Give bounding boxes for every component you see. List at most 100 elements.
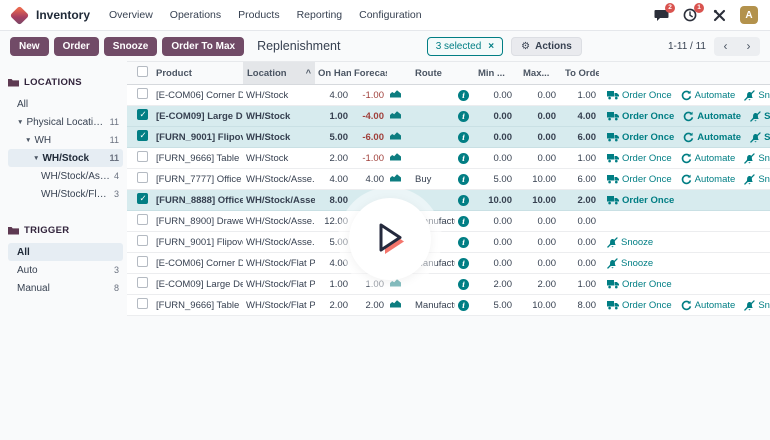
- col-to-order[interactable]: To Order: [559, 68, 599, 79]
- snooze-button[interactable]: Snooze: [104, 37, 158, 56]
- actions-button[interactable]: ⚙ Actions: [511, 37, 582, 56]
- sidebar-item-location-physical-locations[interactable]: ▼Physical Locations11: [8, 113, 123, 131]
- sidebar-item-location-wh-stock[interactable]: ▼WH/Stock11: [8, 149, 123, 167]
- menu-products[interactable]: Products: [238, 9, 279, 21]
- sidebar-item-location-wh[interactable]: ▼WH11: [8, 131, 123, 149]
- order-once-button[interactable]: Order Once: [607, 279, 672, 290]
- row-checkbox[interactable]: [137, 130, 148, 141]
- info-icon[interactable]: i: [458, 111, 469, 122]
- video-play-overlay[interactable]: [338, 187, 442, 291]
- automate-button[interactable]: Automate: [683, 111, 741, 122]
- table-row[interactable]: [FURN_9001] Flipover WH/Stock 5.00 -6.00…: [127, 127, 770, 148]
- info-icon[interactable]: i: [458, 195, 469, 206]
- product-cell[interactable]: [E-COM09] Large Desk: [153, 279, 243, 290]
- product-cell[interactable]: [FURN_9001] Flipover: [153, 237, 243, 248]
- user-avatar[interactable]: A: [740, 6, 758, 24]
- product-cell[interactable]: [FURN_9666] Table: [153, 153, 243, 164]
- info-icon[interactable]: i: [458, 153, 469, 164]
- automate-button[interactable]: Automate: [681, 174, 736, 185]
- order-once-button[interactable]: Order Once: [607, 153, 672, 164]
- row-checkbox[interactable]: [137, 172, 148, 183]
- pager-next-button[interactable]: ›: [737, 37, 760, 56]
- order-to-max-button[interactable]: Order To Max: [162, 37, 244, 56]
- product-cell[interactable]: [E-COM06] Corner Desk ...: [153, 90, 243, 101]
- tree-expand-icon[interactable]: ▼: [25, 137, 31, 144]
- info-icon[interactable]: i: [458, 258, 469, 269]
- snooze-button[interactable]: Snooze: [744, 90, 770, 101]
- forecast-chart-icon[interactable]: [390, 173, 401, 182]
- automate-button[interactable]: Automate: [681, 300, 736, 311]
- sidebar-item-trigger-auto[interactable]: Auto3: [8, 261, 123, 279]
- snooze-button[interactable]: Snooze: [744, 174, 770, 185]
- clear-selection-icon[interactable]: ×: [488, 41, 494, 52]
- menu-configuration[interactable]: Configuration: [359, 9, 421, 21]
- order-once-button[interactable]: Order Once: [607, 300, 672, 311]
- info-icon[interactable]: i: [458, 132, 469, 143]
- messages-icon[interactable]: 2: [653, 7, 669, 23]
- table-row[interactable]: [E-COM06] Corner Desk ... WH/Stock/Flat …: [127, 253, 770, 274]
- table-row[interactable]: [FURN_8900] Drawer Black WH/Stock/Asse..…: [127, 211, 770, 232]
- automate-button[interactable]: Automate: [683, 132, 741, 143]
- row-checkbox[interactable]: [137, 151, 148, 162]
- row-checkbox[interactable]: [137, 298, 148, 309]
- tools-icon[interactable]: [711, 7, 727, 23]
- tree-expand-icon[interactable]: ▼: [17, 119, 23, 126]
- forecast-chart-icon[interactable]: [390, 110, 401, 119]
- app-name[interactable]: Inventory: [36, 8, 90, 22]
- snooze-button[interactable]: Snooze: [744, 300, 770, 311]
- snooze-button[interactable]: Snooze: [607, 237, 653, 248]
- col-max[interactable]: Max...: [515, 68, 559, 79]
- forecast-chart-icon[interactable]: [390, 131, 401, 140]
- sidebar-item-trigger-manual[interactable]: Manual8: [8, 279, 123, 297]
- table-row[interactable]: [E-COM09] Large Desk WH/Stock/Flat P... …: [127, 274, 770, 295]
- inventory-app-icon[interactable]: [10, 5, 30, 25]
- product-cell[interactable]: [E-COM09] Large Desk: [153, 111, 243, 122]
- snooze-button[interactable]: Snooze: [607, 258, 653, 269]
- activities-icon[interactable]: 1: [682, 7, 698, 23]
- table-row[interactable]: [FURN_9001] Flipover WH/Stock/Asse... 5.…: [127, 232, 770, 253]
- info-icon[interactable]: i: [458, 300, 469, 311]
- menu-reporting[interactable]: Reporting: [297, 9, 343, 21]
- info-icon[interactable]: i: [458, 90, 469, 101]
- snooze-button[interactable]: Snooze: [744, 153, 770, 164]
- order-once-button[interactable]: Order Once: [607, 195, 674, 206]
- table-row[interactable]: [FURN_8888] Office Lamp WH/Stock/Asse...…: [127, 190, 770, 211]
- row-checkbox[interactable]: [137, 109, 148, 120]
- table-row[interactable]: [FURN_9666] Table WH/Stock 2.00 -1.00 i …: [127, 148, 770, 169]
- table-row[interactable]: [FURN_7777] Office Chair WH/Stock/Asse..…: [127, 169, 770, 190]
- row-checkbox[interactable]: [137, 88, 148, 99]
- row-checkbox[interactable]: [137, 214, 148, 225]
- product-cell[interactable]: [E-COM06] Corner Desk ...: [153, 258, 243, 269]
- table-row[interactable]: [FURN_9666] Table WH/Stock/Flat P... 2.0…: [127, 295, 770, 316]
- menu-overview[interactable]: Overview: [109, 9, 153, 21]
- row-checkbox[interactable]: [137, 235, 148, 246]
- info-icon[interactable]: i: [458, 174, 469, 185]
- info-icon[interactable]: i: [458, 237, 469, 248]
- new-button[interactable]: New: [10, 37, 49, 56]
- table-row[interactable]: [E-COM06] Corner Desk ... WH/Stock 4.00 …: [127, 85, 770, 106]
- col-route[interactable]: Route: [407, 68, 455, 79]
- snooze-button[interactable]: Snooze: [750, 132, 770, 143]
- automate-button[interactable]: Automate: [681, 153, 736, 164]
- order-once-button[interactable]: Order Once: [607, 132, 674, 143]
- order-once-button[interactable]: Order Once: [607, 90, 672, 101]
- table-row[interactable]: [E-COM09] Large Desk WH/Stock 1.00 -4.00…: [127, 106, 770, 127]
- col-on-hand[interactable]: On Hand: [315, 68, 351, 79]
- row-checkbox[interactable]: [137, 256, 148, 267]
- product-cell[interactable]: [FURN_8888] Office Lamp: [153, 195, 243, 206]
- automate-button[interactable]: Automate: [681, 90, 736, 101]
- product-cell[interactable]: [FURN_7777] Office Chair: [153, 174, 243, 185]
- product-cell[interactable]: [FURN_8900] Drawer Black: [153, 216, 243, 227]
- sidebar-item-trigger-all[interactable]: All: [8, 243, 123, 261]
- menu-operations[interactable]: Operations: [170, 9, 221, 21]
- order-button[interactable]: Order: [54, 37, 99, 56]
- row-checkbox[interactable]: [137, 277, 148, 288]
- order-once-button[interactable]: Order Once: [607, 111, 674, 122]
- col-min[interactable]: Min ...: [475, 68, 515, 79]
- info-icon[interactable]: i: [458, 279, 469, 290]
- forecast-chart-icon[interactable]: [390, 299, 401, 308]
- product-cell[interactable]: [FURN_9001] Flipover: [153, 132, 243, 143]
- forecast-chart-icon[interactable]: [390, 152, 401, 161]
- snooze-button[interactable]: Snooze: [750, 111, 770, 122]
- col-product[interactable]: Product: [153, 68, 243, 79]
